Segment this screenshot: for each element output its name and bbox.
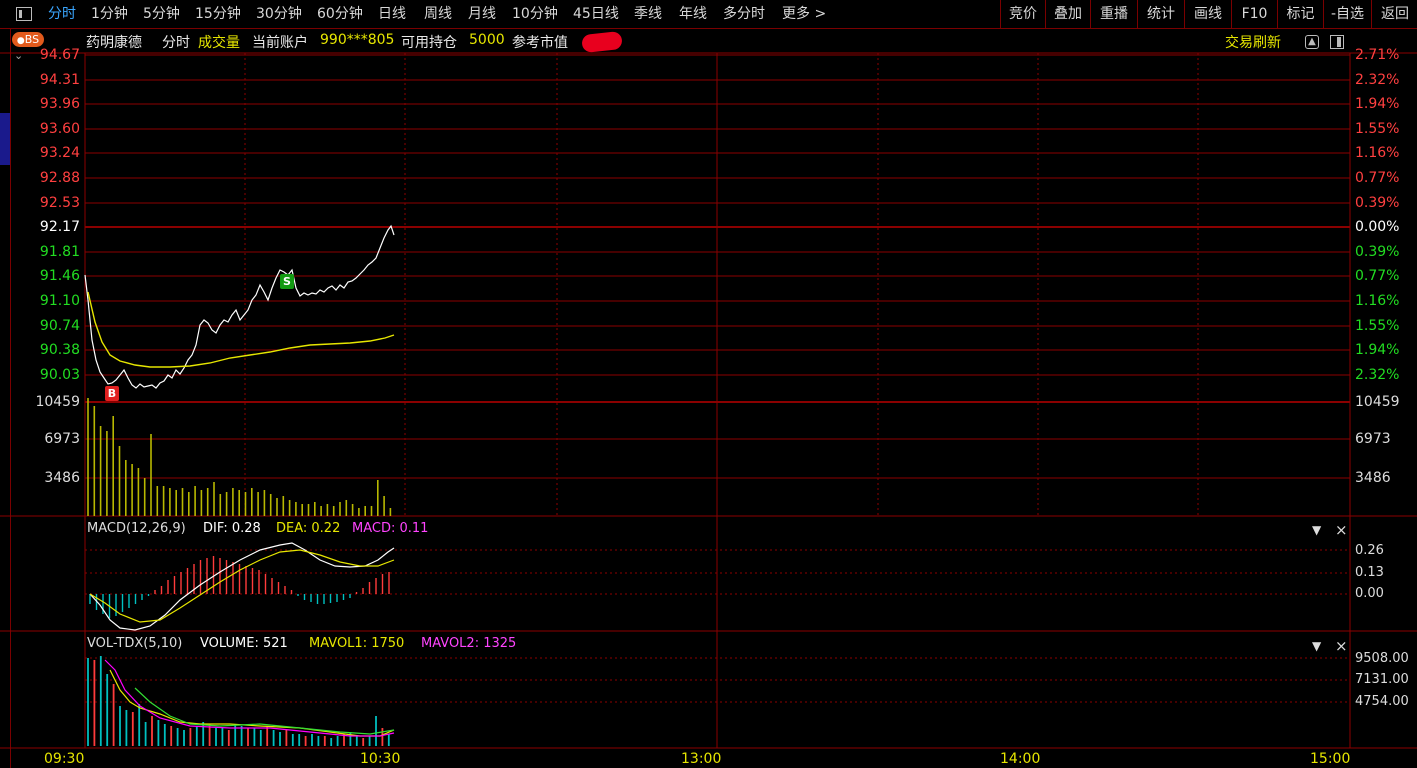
macd-dea-line [89, 549, 395, 623]
price-axis-right-label: 1.16% [1355, 293, 1400, 309]
price-axis-right-label: 0.39% [1355, 195, 1400, 211]
price-axis-right-label: 0.00% [1355, 219, 1400, 235]
price-axis-left-label: 92.53 [39, 195, 80, 211]
time-label-1400: 14:00 [1000, 751, 1041, 767]
volume-axis-right-2: 3486 [1355, 470, 1391, 486]
vol-mavol1: MAVOL1: 1750 [309, 636, 405, 651]
price-axis-left-label: 90.74 [39, 318, 80, 334]
vol-close-icon[interactable]: × [1335, 637, 1348, 655]
price-axis-left-label: 91.10 [39, 293, 80, 309]
vol-axis-0: 9508.00 [1355, 651, 1409, 666]
price-axis-left-label: 94.67 [39, 47, 80, 63]
macd-dea: DEA: 0.22 [276, 521, 341, 536]
price-axis-right-label: 2.71% [1355, 47, 1400, 63]
price-axis-right-label: 0.77% [1355, 170, 1400, 186]
macd-close-icon[interactable]: × [1335, 521, 1348, 539]
sell-marker[interactable]: S [280, 274, 294, 289]
price-axis-left-label: 92.88 [39, 170, 80, 186]
macd-dif: DIF: 0.28 [203, 521, 261, 536]
macd-dropdown-icon[interactable]: ▼ [1312, 523, 1321, 537]
price-axis-left-label: 90.03 [39, 367, 80, 383]
price-axis-right-label: 1.55% [1355, 121, 1400, 137]
macd-axis-0: 0.26 [1355, 543, 1384, 558]
intraday-chart[interactable] [0, 0, 1417, 768]
price-axis-right-label: 1.94% [1355, 96, 1400, 112]
price-axis-right-label: 1.16% [1355, 145, 1400, 161]
time-label-0930: 09:30 [44, 751, 85, 767]
price-axis-right-label: 1.94% [1355, 342, 1400, 358]
volume-axis-right-1: 6973 [1355, 431, 1391, 447]
buy-marker[interactable]: B [105, 386, 119, 401]
price-axis-right-label: 2.32% [1355, 367, 1400, 383]
volume-axis-left-2: 3486 [44, 470, 80, 486]
price-axis-right-label: 0.39% [1355, 244, 1400, 260]
price-axis-right-label: 0.77% [1355, 268, 1400, 284]
vol-mavol2: MAVOL2: 1325 [421, 636, 517, 651]
average-price-line [87, 291, 395, 368]
price-axis-left-label: 92.17 [39, 219, 80, 235]
price-axis-left-label: 91.46 [39, 268, 80, 284]
vol-title: VOL-TDX(5,10) [87, 636, 183, 651]
macd-value: MACD: 0.11 [352, 521, 429, 536]
mavol-green-line [134, 687, 395, 735]
time-label-1030: 10:30 [360, 751, 401, 767]
price-axis-left-label: 93.96 [39, 96, 80, 112]
vol-volume: VOLUME: 521 [200, 636, 288, 651]
price-axis-left-label: 94.31 [39, 72, 80, 88]
vol-axis-1: 7131.00 [1355, 672, 1409, 687]
volume-axis-left-0: 10459 [35, 394, 80, 410]
time-label-1300: 13:00 [681, 751, 722, 767]
macd-title: MACD(12,26,9) [87, 521, 186, 536]
volume-axis-right-0: 10459 [1355, 394, 1400, 410]
price-axis-left-label: 91.81 [39, 244, 80, 260]
price-axis-left-label: 93.24 [39, 145, 80, 161]
macd-axis-1: 0.13 [1355, 565, 1384, 580]
vol-axis-2: 4754.00 [1355, 694, 1409, 709]
macd-dif-line [89, 542, 395, 631]
volume-axis-left-1: 6973 [44, 431, 80, 447]
vol-dropdown-icon[interactable]: ▼ [1312, 639, 1321, 653]
time-label-1500: 15:00 [1310, 751, 1351, 767]
macd-axis-2: 0.00 [1355, 586, 1384, 601]
price-axis-right-label: 1.55% [1355, 318, 1400, 334]
price-axis-left-label: 90.38 [39, 342, 80, 358]
price-axis-right-label: 2.32% [1355, 72, 1400, 88]
price-axis-left-label: 93.60 [39, 121, 80, 137]
